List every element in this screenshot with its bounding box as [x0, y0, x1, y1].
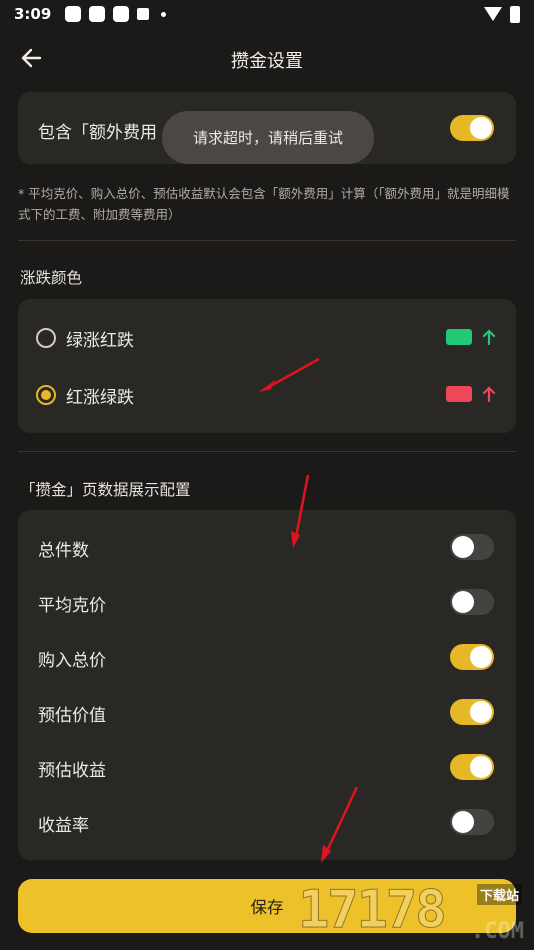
toggle-knob	[470, 646, 492, 668]
display-item-label: 购入总价	[38, 651, 106, 671]
more-notifications-icon	[161, 11, 167, 17]
notification-icon	[65, 6, 82, 22]
est-value-toggle[interactable]	[450, 699, 494, 725]
up-arrow-icon	[482, 329, 496, 345]
display-config-card: 总件数 平均克价 购入总价 预估价值 预估收益 收益率	[18, 510, 516, 860]
avg-gram-price-toggle[interactable]	[450, 589, 494, 615]
toast-message: 请求超时，请稍后重试	[162, 111, 374, 164]
color-option-label: 红涨绿跌	[66, 388, 134, 408]
total-count-toggle[interactable]	[450, 534, 494, 560]
divider	[18, 451, 516, 452]
watermark-digits: 17178	[298, 880, 448, 941]
toggle-knob	[470, 117, 492, 139]
notification-icon	[89, 6, 106, 22]
display-item-label: 预估价值	[38, 706, 106, 726]
toggle-knob	[452, 591, 474, 613]
red-swatch	[446, 386, 472, 402]
font-icon	[137, 8, 150, 20]
display-item-label: 总件数	[38, 541, 89, 561]
display-item-label: 预估收益	[38, 761, 106, 781]
battery-icon	[510, 5, 520, 23]
status-bar: 3:09	[0, 0, 534, 28]
display-item-label: 平均克价	[38, 596, 106, 616]
toggle-knob	[452, 536, 474, 558]
page-title: 攒金设置	[231, 51, 303, 72]
total-purchase-toggle[interactable]	[450, 644, 494, 670]
color-section-title: 涨跌颜色	[20, 269, 83, 287]
watermark-suffix: .COM	[471, 919, 524, 944]
radio-button[interactable]	[36, 385, 56, 405]
green-swatch	[446, 329, 472, 345]
color-options-card: 绿涨红跌 红涨绿跌	[18, 299, 516, 433]
status-time: 3:09	[14, 5, 52, 23]
profit-rate-toggle[interactable]	[450, 809, 494, 835]
extra-fee-note: * 平均克价、购入总价、预估收益默认会包含「额外费用」计算（「额外费用」就是明细…	[18, 186, 510, 222]
watermark-site: 下载站	[476, 884, 522, 905]
site-watermark: 17178 下载站 .COM	[298, 876, 528, 946]
extra-fee-label: 包含「额外费用	[38, 123, 157, 143]
app-icon	[113, 6, 130, 22]
est-profit-toggle[interactable]	[450, 754, 494, 780]
header: 攒金设置	[0, 36, 534, 80]
divider	[18, 240, 516, 241]
extra-fee-toggle[interactable]	[450, 115, 494, 141]
display-item-label: 收益率	[38, 816, 89, 836]
toggle-knob	[470, 701, 492, 723]
toggle-knob	[470, 756, 492, 778]
toggle-knob	[452, 811, 474, 833]
up-arrow-icon	[482, 386, 496, 402]
radio-button[interactable]	[36, 328, 56, 348]
display-section-title: 「攒金」页数据展示配置	[20, 481, 191, 499]
wifi-icon	[484, 7, 502, 21]
color-option-label: 绿涨红跌	[66, 331, 134, 351]
